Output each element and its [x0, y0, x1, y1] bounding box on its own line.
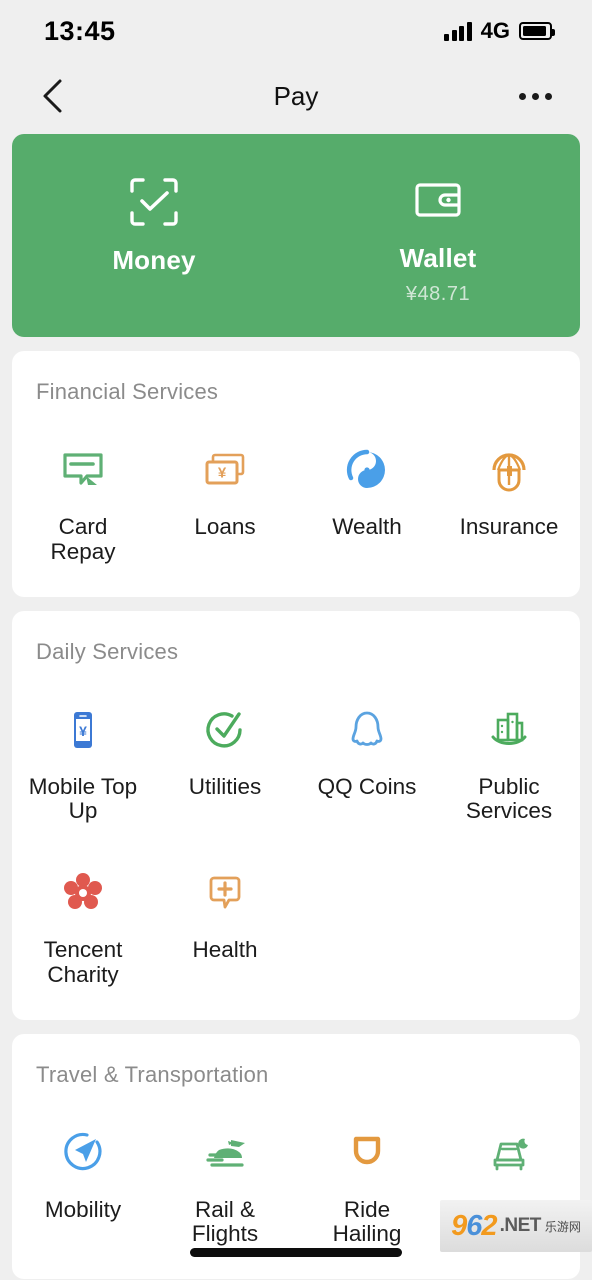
section-financial-services: Financial Services Card Repay ¥ Loans We… — [12, 351, 580, 597]
navigation-bar: Pay — [0, 62, 592, 130]
tile-label: Wealth — [332, 514, 402, 539]
tile-utilities[interactable]: Utilities — [154, 701, 296, 825]
phone-yuan-icon: ¥ — [59, 701, 107, 759]
status-bar: 13:45 4G — [0, 0, 592, 62]
svg-text:¥: ¥ — [218, 465, 227, 482]
svg-text:¥: ¥ — [79, 723, 87, 739]
signal-bars-icon — [444, 21, 472, 41]
chevron-left-icon — [43, 79, 62, 113]
health-bubble-icon — [201, 864, 249, 922]
network-type-label: 4G — [480, 18, 510, 43]
tile-loans[interactable]: ¥ Loans — [154, 441, 296, 565]
status-time: 13:45 — [44, 15, 116, 46]
tile-insurance[interactable]: Insurance — [438, 441, 580, 565]
battery-icon — [519, 22, 555, 40]
home-indicator[interactable] — [190, 1248, 402, 1257]
wealth-refresh-icon — [343, 441, 391, 499]
section-title: Daily Services — [36, 638, 179, 664]
section-daily-services: Daily Services ¥ Mobile Top Up Utilities… — [12, 610, 580, 1020]
flower-icon — [59, 864, 107, 922]
tile-label: QQ Coins — [317, 773, 417, 799]
pay-screen: 13:45 4G Pay Money Wallet ¥48.71 Financi… — [0, 0, 592, 1280]
scan-check-icon — [126, 173, 182, 231]
watermark-brand: 962 — [451, 1209, 497, 1242]
credit-card-repay-icon — [59, 441, 107, 499]
more-options-button[interactable] — [509, 83, 562, 110]
tile-wealth[interactable]: Wealth — [296, 441, 438, 565]
site-watermark: 962 .NET 乐游网 — [440, 1200, 592, 1252]
quick-action-label: Money — [112, 244, 196, 275]
back-button[interactable] — [30, 74, 74, 118]
city-buildings-icon — [485, 701, 533, 759]
tile-ride-hailing[interactable]: Ride Hailing — [296, 1124, 438, 1248]
watermark-tld: .NET — [499, 1215, 542, 1236]
tile-mobility[interactable]: Mobility — [12, 1124, 154, 1248]
quick-action-wallet[interactable]: Wallet ¥48.71 — [296, 171, 580, 306]
quick-actions-card: Money Wallet ¥48.71 — [12, 134, 580, 337]
more-horizontal-icon — [545, 92, 552, 100]
section-grid: Card Repay ¥ Loans Wealth Insurance — [12, 441, 580, 571]
section-title: Financial Services — [36, 379, 219, 404]
tile-label: Public Services — [465, 773, 553, 824]
wallet-icon — [410, 171, 466, 229]
tile-label: Health — [192, 937, 258, 962]
bed-moon-icon — [485, 1124, 533, 1182]
tile-label: Insurance — [459, 514, 559, 539]
watermark-chinese: 乐游网 — [544, 1219, 581, 1234]
didi-d-icon — [343, 1124, 391, 1182]
tile-label: Ride Hailing — [332, 1196, 402, 1247]
qq-penguin-icon — [343, 701, 391, 759]
more-horizontal-icon — [532, 92, 539, 100]
more-horizontal-icon — [519, 92, 526, 100]
quick-action-money[interactable]: Money — [12, 173, 296, 305]
insurance-umbrella-icon — [485, 441, 533, 499]
tile-label: Loans — [194, 514, 256, 539]
tile-rail-flights[interactable]: Rail & Flights — [154, 1124, 296, 1248]
tile-mobile-top-up[interactable]: ¥ Mobile Top Up — [12, 701, 154, 825]
tile-label: Mobility — [44, 1196, 122, 1222]
tile-label: Utilities — [188, 773, 262, 799]
compass-navigation-icon — [59, 1124, 107, 1182]
quick-action-label: Wallet — [399, 243, 477, 273]
row-spacer — [12, 830, 580, 864]
wallet-balance: ¥48.71 — [405, 283, 471, 305]
status-indicators: 4G — [444, 18, 555, 44]
train-plane-icon — [201, 1124, 249, 1182]
tile-label: Rail & Flights — [191, 1196, 259, 1247]
tile-label: Mobile Top Up — [28, 773, 138, 824]
tile-label: Tencent Charity — [43, 937, 123, 987]
tile-label: Card Repay — [50, 514, 116, 564]
section-title: Travel & Transportation — [36, 1061, 269, 1087]
tile-tencent-charity[interactable]: Tencent Charity — [12, 864, 154, 988]
tile-public-services[interactable]: Public Services — [438, 701, 580, 825]
page-title: Pay — [273, 80, 319, 111]
tile-card-repay[interactable]: Card Repay — [12, 441, 154, 565]
section-grid: ¥ Mobile Top Up Utilities QQ Coins Publi… — [12, 701, 580, 994]
banknotes-yuan-icon: ¥ — [201, 441, 249, 499]
check-circle-icon — [201, 701, 249, 759]
tile-qq-coins[interactable]: QQ Coins — [296, 701, 438, 825]
tile-health[interactable]: Health — [154, 864, 296, 988]
